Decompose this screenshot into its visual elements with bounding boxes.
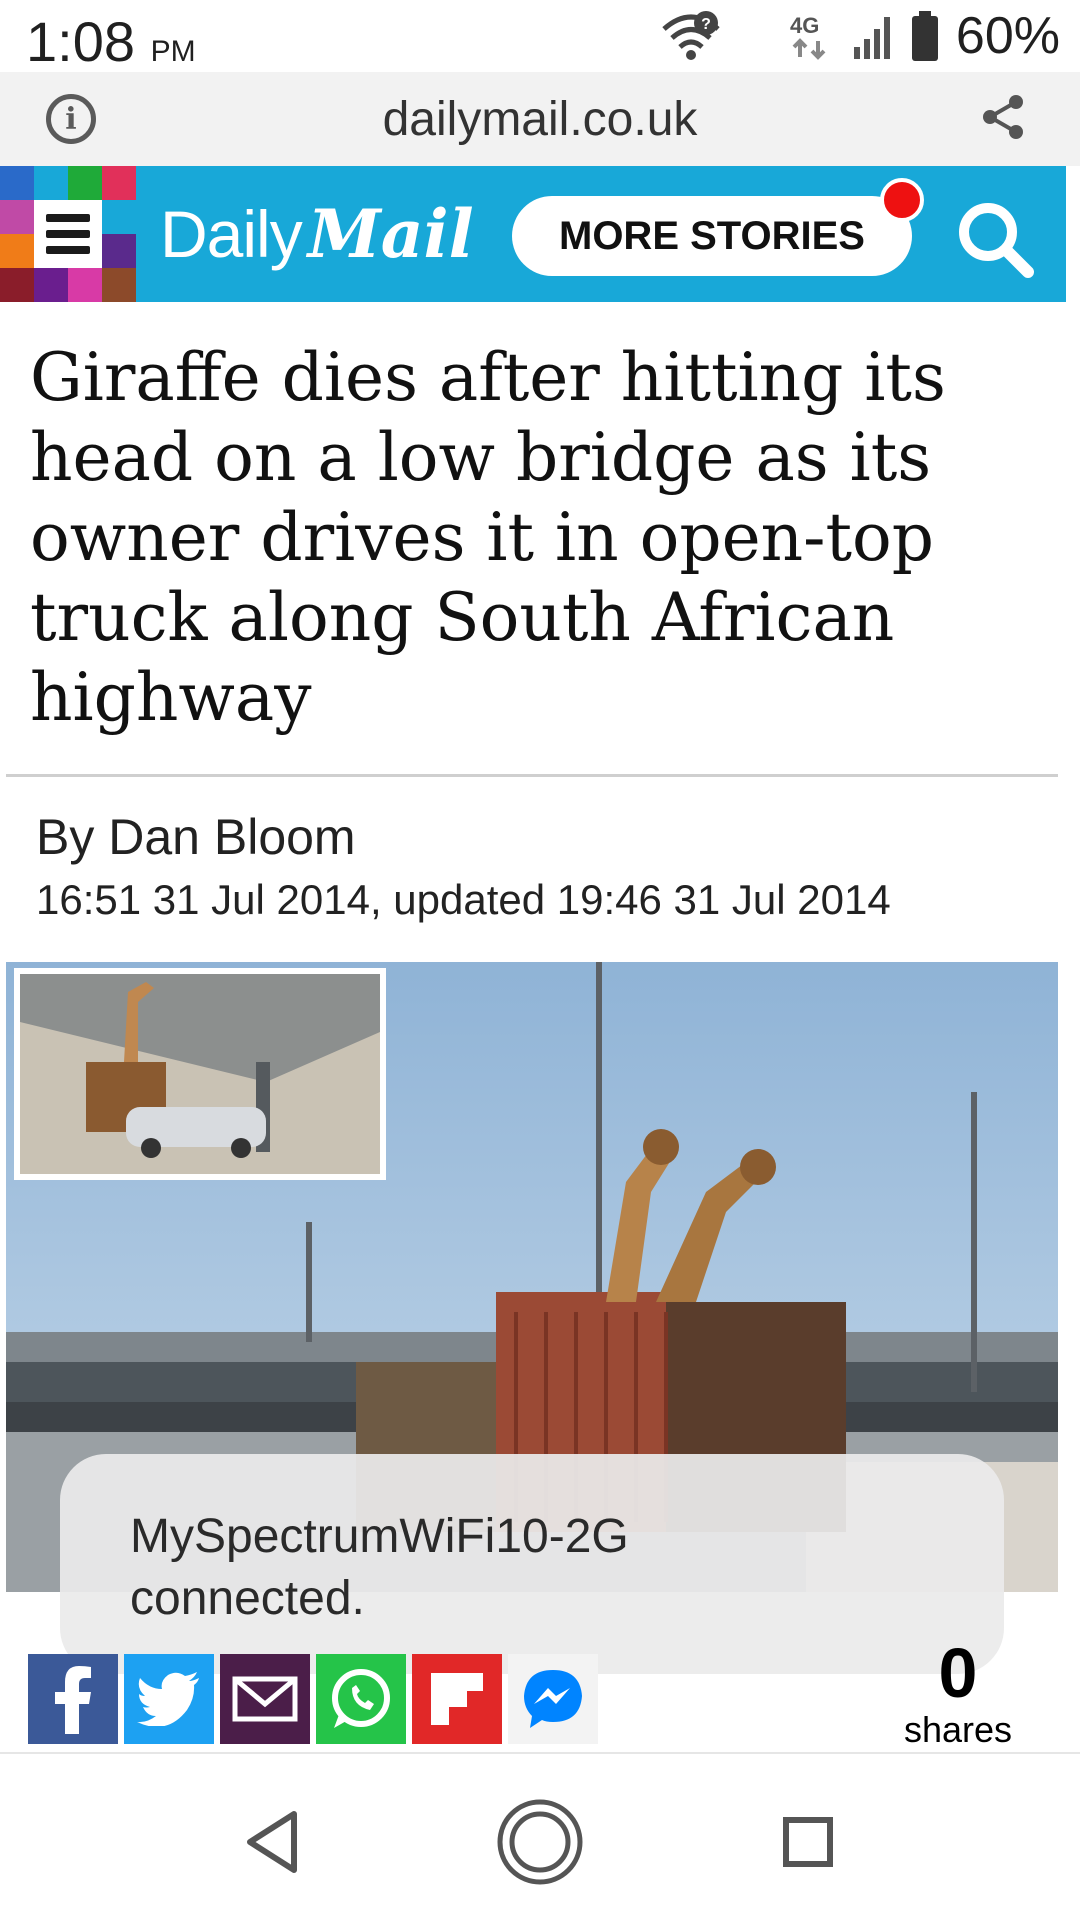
status-icons: ? 4G 60% bbox=[660, 0, 1060, 72]
home-icon[interactable] bbox=[490, 1792, 590, 1892]
share-count-number: 0 bbox=[938, 1634, 978, 1712]
toast-status: connected. bbox=[130, 1572, 365, 1625]
signal-icon bbox=[853, 17, 890, 59]
battery-icon bbox=[911, 11, 938, 61]
daily-mail-logo[interactable]: DailyMail bbox=[160, 196, 474, 272]
hamburger-menu-icon[interactable] bbox=[34, 200, 102, 268]
search-icon[interactable] bbox=[950, 194, 1040, 284]
logo-mail: Mail bbox=[307, 195, 474, 273]
back-icon[interactable] bbox=[222, 1792, 322, 1892]
facebook-share-button[interactable] bbox=[28, 1654, 118, 1744]
recents-icon[interactable] bbox=[758, 1792, 858, 1892]
status-bar: 1:08 PM ? 4G 60% bbox=[0, 0, 1080, 73]
messenger-icon bbox=[524, 1670, 582, 1728]
wifi-connected-toast: MySpectrumWiFi10-2G connected. bbox=[60, 1454, 1004, 1674]
whatsapp-share-button[interactable] bbox=[316, 1654, 406, 1744]
facebook-icon bbox=[55, 1666, 91, 1734]
more-stories-label: MORE STORIES bbox=[559, 213, 865, 258]
messenger-share-button[interactable] bbox=[508, 1654, 598, 1744]
flipboard-icon bbox=[431, 1673, 483, 1725]
share-buttons bbox=[28, 1654, 598, 1744]
whatsapp-icon bbox=[332, 1669, 390, 1728]
battery-percent: 60% bbox=[955, 7, 1060, 65]
android-nav-bar bbox=[0, 1752, 1080, 1920]
lte-icon: 4G bbox=[790, 13, 826, 60]
article-dateline: 16:51 31 Jul 2014, updated 19:46 31 Jul … bbox=[36, 876, 891, 923]
article-byline[interactable]: By Dan Bloom bbox=[36, 808, 356, 866]
share-count: 0 shares bbox=[888, 1636, 1028, 1750]
share-icon[interactable] bbox=[978, 92, 1028, 142]
network-label: 4G bbox=[790, 13, 819, 38]
site-header: DailyMail MORE STORIES bbox=[0, 166, 1066, 302]
more-stories-button[interactable]: MORE STORIES bbox=[512, 196, 912, 276]
toast-network-name: MySpectrumWiFi10-2G bbox=[130, 1510, 629, 1563]
time-text: 1:08 bbox=[26, 10, 135, 73]
email-share-button[interactable] bbox=[220, 1654, 310, 1744]
logo-daily: Daily bbox=[160, 197, 303, 271]
url-text[interactable]: dailymail.co.uk bbox=[0, 92, 1080, 147]
twitter-share-button[interactable] bbox=[124, 1654, 214, 1744]
flipboard-share-button[interactable] bbox=[412, 1654, 502, 1744]
time-suffix: PM bbox=[150, 35, 196, 68]
email-icon bbox=[232, 1676, 298, 1722]
twitter-icon bbox=[137, 1672, 199, 1726]
toast-text: MySpectrumWiFi10-2G connected. bbox=[130, 1506, 950, 1630]
share-count-label: shares bbox=[903, 1709, 1013, 1750]
svg-text:?: ? bbox=[701, 16, 711, 33]
notification-dot bbox=[880, 178, 924, 222]
wifi-question-icon: ? bbox=[662, 11, 720, 60]
browser-url-bar: i dailymail.co.uk bbox=[0, 72, 1080, 166]
article-headline: Giraffe dies after hitting its head on a… bbox=[30, 339, 946, 736]
headline-divider bbox=[6, 774, 1058, 777]
